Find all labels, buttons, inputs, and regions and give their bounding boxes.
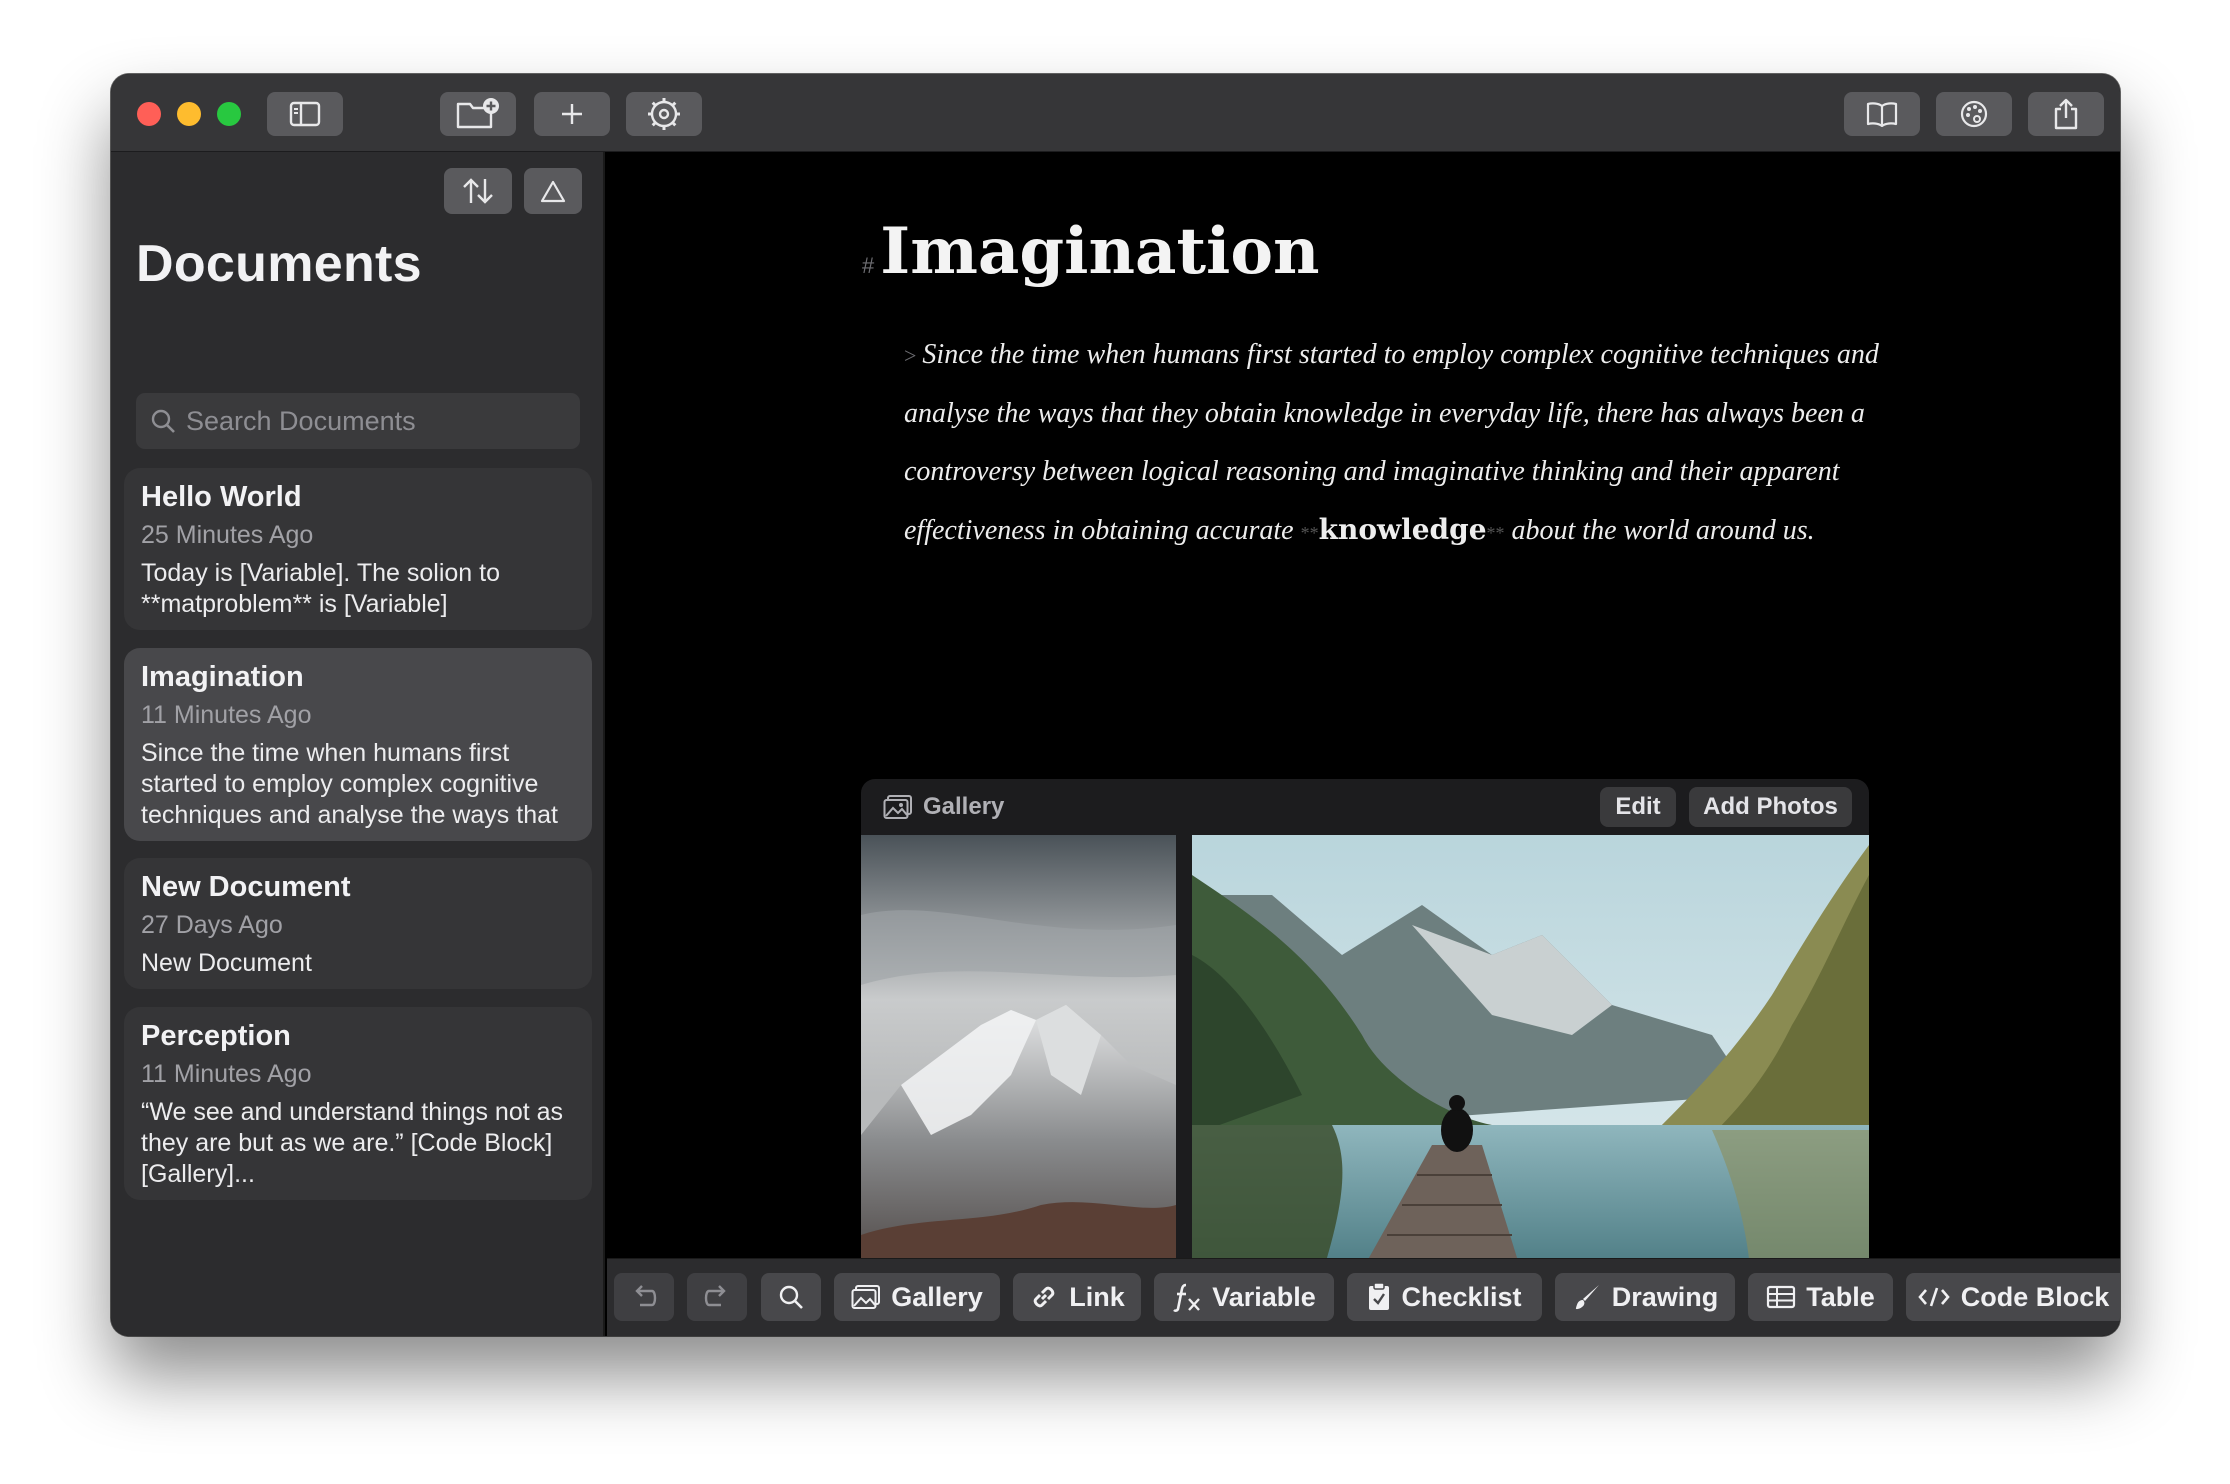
document-date: 27 Days Ago [141, 911, 283, 939]
document-title: Hello World [141, 481, 302, 513]
code-icon [1918, 1287, 1950, 1307]
link-icon [1033, 1286, 1055, 1308]
photo-icon [851, 1285, 881, 1309]
gallery-photo-lake-pier[interactable] [1192, 835, 1869, 1306]
function-icon [1173, 1283, 1201, 1312]
blockquote[interactable]: > Since the time when humans first starte… [904, 326, 1884, 562]
palette-icon [1960, 100, 1988, 128]
insert-link-button[interactable]: Link [1013, 1273, 1141, 1321]
toggle-sidebar-button[interactable] [267, 92, 343, 136]
document-snippet: “We see and understand things not as the… [141, 1098, 564, 1188]
variable-button-label: Variable [1212, 1281, 1316, 1312]
sort-button[interactable] [444, 168, 512, 214]
document-date: 11 Minutes Ago [141, 701, 312, 729]
gallery-label: Gallery [923, 793, 1005, 820]
filter-button[interactable] [524, 168, 582, 214]
document-title: Imagination [141, 661, 304, 693]
drawing-button-label: Drawing [1611, 1281, 1719, 1312]
insert-gallery-button[interactable]: Gallery [834, 1273, 1000, 1321]
document-card-perception[interactable]: Perception 11 Minutes Ago “We see and un… [124, 1007, 592, 1200]
book-icon [1866, 102, 1898, 127]
new-folder-button[interactable] [440, 92, 516, 136]
quote-text-after: about the world around us. [1511, 515, 1815, 546]
document-date: 25 Minutes Ago [141, 521, 314, 549]
document-card-new-document[interactable]: New Document 27 Days Ago New Document [124, 858, 592, 989]
share-icon [2054, 98, 2078, 130]
insert-table-button[interactable]: Table [1748, 1273, 1893, 1321]
document-card-hello-world[interactable]: Hello World 25 Minutes Ago Today is [Var… [124, 468, 592, 630]
formatting-toolbar: Gallery Link Variable Checklist Drawing … [607, 1258, 2120, 1336]
redo-button[interactable] [687, 1273, 747, 1321]
editor-area[interactable]: # Imagination > Since the time when human… [607, 152, 2120, 1336]
plus-icon [562, 104, 582, 124]
find-button[interactable] [761, 1273, 821, 1321]
theme-button[interactable] [1936, 92, 2012, 136]
search-icon [151, 409, 175, 433]
heading-text: Imagination [880, 214, 1320, 289]
document-date: 11 Minutes Ago [141, 1060, 312, 1088]
document-card-imagination[interactable]: Imagination 11 Minutes Ago Since the tim… [124, 648, 592, 841]
clipboard-check-icon [1369, 1282, 1390, 1310]
add-document-button[interactable] [534, 92, 610, 136]
heading-marker: # [862, 253, 875, 278]
document-snippet: Since the time when humans first started… [141, 739, 558, 833]
search-placeholder: Search Documents [186, 405, 416, 436]
gallery-add-photos-button[interactable]: Add Photos [1689, 787, 1852, 827]
search-icon [779, 1285, 803, 1309]
brush-icon [1575, 1285, 1599, 1310]
insert-drawing-button[interactable]: Drawing [1555, 1273, 1735, 1321]
folder-plus-icon [456, 98, 499, 129]
gallery-button-label: Gallery [891, 1281, 983, 1312]
bold-marker-open: ** [1300, 523, 1319, 543]
undo-button[interactable] [614, 1273, 674, 1321]
gallery-photo-mountain[interactable] [861, 835, 1176, 1306]
sort-arrows-icon [463, 178, 493, 204]
checklist-button-label: Checklist [1401, 1281, 1522, 1312]
app-window: Documents Search Documents Hello World 2… [111, 74, 2120, 1336]
settings-button[interactable] [626, 92, 702, 136]
sidebar-icon [289, 101, 321, 127]
quote-marker: > [904, 343, 917, 368]
document-snippet: Today is [Variable]. The solion to **mat… [141, 559, 500, 618]
table-icon [1767, 1285, 1796, 1309]
insert-code-block-button[interactable]: Code Block [1906, 1273, 2120, 1321]
sidebar-title: Documents [136, 235, 422, 293]
search-documents-field[interactable]: Search Documents [136, 393, 580, 449]
minimize-window-button[interactable] [177, 102, 201, 126]
triangle-icon [540, 180, 566, 203]
insert-checklist-button[interactable]: Checklist [1347, 1273, 1542, 1321]
quote-bold-text: knowledge [1318, 513, 1487, 546]
gallery-edit-button[interactable]: Edit [1600, 787, 1676, 827]
document-title: Perception [141, 1020, 291, 1052]
documents-sidebar: Documents Search Documents Hello World 2… [111, 152, 605, 1336]
link-button-label: Link [1069, 1281, 1125, 1312]
gear-icon [648, 98, 680, 130]
document-title: New Document [141, 871, 351, 903]
undo-icon [635, 1285, 657, 1307]
redo-icon [704, 1285, 726, 1307]
document-heading[interactable]: # Imagination [862, 214, 1320, 289]
document-snippet: New Document [141, 949, 312, 977]
gallery-block[interactable]: Gallery Edit Add Photos [861, 779, 1869, 1327]
code-block-button-label: Code Block [1960, 1281, 2110, 1312]
table-button-label: Table [1806, 1281, 1875, 1312]
share-button[interactable] [2028, 92, 2104, 136]
zoom-window-button[interactable] [217, 102, 241, 126]
reader-mode-button[interactable] [1844, 92, 1920, 136]
insert-variable-button[interactable]: Variable [1154, 1273, 1334, 1321]
title-bar [111, 74, 2120, 152]
close-window-button[interactable] [137, 102, 161, 126]
bold-marker-close: ** [1486, 523, 1505, 543]
photo-icon [883, 795, 912, 819]
